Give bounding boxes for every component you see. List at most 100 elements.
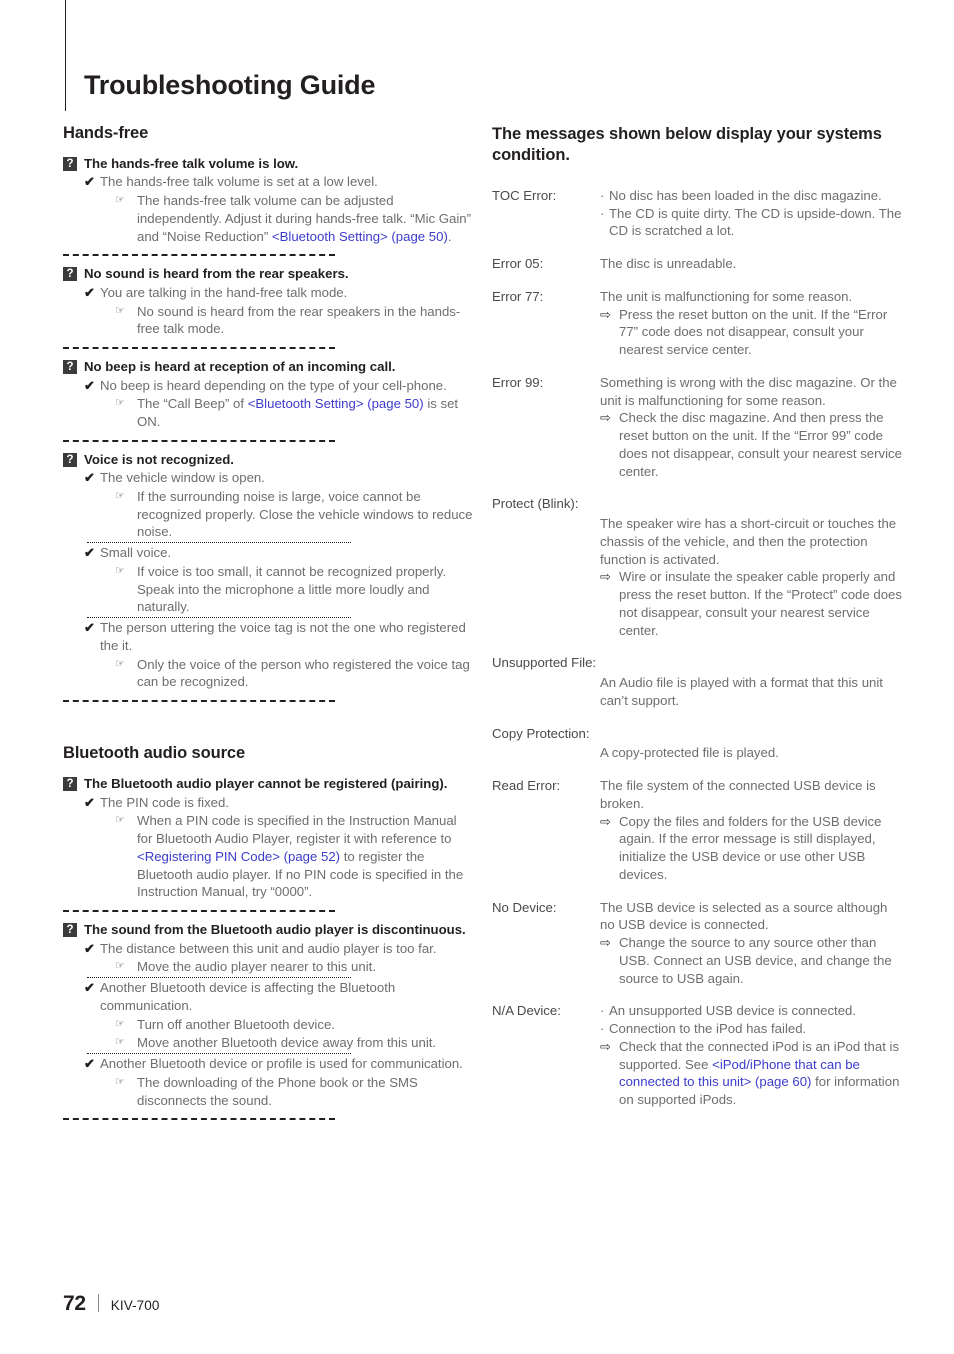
cross-reference-link[interactable]: <Bluetooth Setting> (page 50) xyxy=(248,396,424,411)
problem-separator xyxy=(63,700,335,703)
arrow-remedy-icon: ⇨ xyxy=(600,306,611,322)
problem-text: No sound is heard from the rear speakers… xyxy=(84,266,349,282)
message-remedy-text: Wire or insulate the speaker cable prope… xyxy=(619,569,902,638)
cause-item: ✔ The PIN code is fixed. xyxy=(84,794,473,812)
check-mark-icon: ✔ xyxy=(84,620,95,636)
remedy-item: ☞ No sound is heard from the rear speaker… xyxy=(115,303,473,339)
message-remedy-line: ⇨ Check that the connected iPod is an iPo… xyxy=(600,1038,902,1109)
message-remedy-line: ⇨ Press the reset button on the unit. If … xyxy=(600,306,902,359)
cause-item: ✔ Small voice. xyxy=(84,544,473,562)
message-bullet-line: · An unsupported USB device is connected. xyxy=(600,1002,902,1020)
problem-block: ? No sound is heard from the rear speaker… xyxy=(63,265,473,338)
message-code-label: Unsupported File: xyxy=(492,655,597,671)
pointing-hand-icon: ☞ xyxy=(115,1017,125,1030)
problem-block: ? The sound from the Bluetooth audio play… xyxy=(63,921,473,1109)
pointing-hand-icon: ☞ xyxy=(115,397,125,410)
remedy-text: No sound is heard from the rear speakers… xyxy=(137,303,473,339)
bullet-icon: · xyxy=(600,187,605,203)
message-plain-line: The disc is unreadable. xyxy=(600,256,737,272)
message-code-label: Protect (Blink): xyxy=(492,496,579,512)
question-badge-icon: ? xyxy=(63,360,77,375)
left-column: Hands-free? The hands-free talk volume is… xyxy=(63,124,473,1129)
question-badge-icon: ? xyxy=(63,923,77,938)
pointing-hand-icon: ☞ xyxy=(115,1075,125,1088)
remedy-item: ☞ The hands-free talk volume can be adjus… xyxy=(115,192,473,245)
pointing-hand-icon: ☞ xyxy=(115,814,125,827)
title-accent-rule xyxy=(65,0,66,111)
remedy-text: The “Call Beep” of <Bluetooth Setting> (… xyxy=(137,395,473,431)
cause-item: ✔ The hands-free talk volume is set at a … xyxy=(84,173,473,191)
check-mark-icon: ✔ xyxy=(84,545,95,561)
message-remedy-text: Press the reset button on the unit. If t… xyxy=(619,306,888,358)
check-mark-icon: ✔ xyxy=(84,377,95,393)
message-row: No Device: The USB device is selected as … xyxy=(492,899,902,988)
cause-separator xyxy=(87,542,351,544)
cause-item: ✔ Another Bluetooth device is affecting t… xyxy=(84,979,473,1015)
remedy-item: ☞ Turn off another Bluetooth device. xyxy=(115,1016,473,1034)
check-mark-icon: ✔ xyxy=(84,174,95,190)
message-code-label: Error 77: xyxy=(492,288,544,304)
message-remedy-line: ⇨ Change the source to any source other t… xyxy=(600,934,902,987)
problem-text: No beep is heard at reception of an inco… xyxy=(84,359,396,375)
message-description: The unit is malfunctioning for some reas… xyxy=(600,288,902,359)
problem-text: The sound from the Bluetooth audio playe… xyxy=(84,922,466,938)
remedy-text: When a PIN code is specified in the Inst… xyxy=(137,812,473,901)
text-run: If voice is too small, it cannot be reco… xyxy=(137,563,447,615)
problem-heading: ? The hands-free talk volume is low. xyxy=(63,155,473,172)
manual-page: Troubleshooting Guide Hands-free? The han… xyxy=(0,0,954,1354)
cause-item: ✔ You are talking in the hand-free talk m… xyxy=(84,284,473,302)
cause-text: You are talking in the hand-free talk mo… xyxy=(100,284,348,300)
section-heading: Bluetooth audio source xyxy=(63,744,246,763)
problem-separator xyxy=(63,254,335,257)
problem-heading: ? The sound from the Bluetooth audio play… xyxy=(63,921,473,938)
message-plain-line: The speaker wire has a short-circuit or … xyxy=(600,516,897,567)
remedy-item: ☞ Move the audio player nearer to this un… xyxy=(115,958,473,976)
question-badge-icon: ? xyxy=(63,452,77,467)
message-description: An Audio file is played with a format th… xyxy=(600,674,902,710)
message-description: Something is wrong with the disc magazin… xyxy=(600,374,902,481)
remedy-text: Move the audio player nearer to this uni… xyxy=(137,958,473,976)
remedy-text: If the surrounding noise is large, voice… xyxy=(137,488,473,541)
pointing-hand-icon: ☞ xyxy=(115,657,125,670)
cause-text: The hands-free talk volume is set at a l… xyxy=(100,174,378,190)
footer-page-number: 72 xyxy=(63,1292,86,1315)
question-badge-icon: ? xyxy=(63,777,77,792)
problem-heading: ? No beep is heard at reception of an inc… xyxy=(63,358,473,375)
footer-divider xyxy=(97,1294,99,1312)
cross-reference-link[interactable]: <Registering PIN Code> (page 52) xyxy=(137,849,340,864)
message-row: Error 99: Something is wrong with the dis… xyxy=(492,374,902,481)
message-bullet-text: Connection to the iPod has failed. xyxy=(609,1021,807,1037)
remedy-text: If voice is too small, it cannot be reco… xyxy=(137,563,473,616)
message-plain-line: Something is wrong with the disc magazin… xyxy=(600,374,897,408)
problem-separator xyxy=(63,1118,335,1121)
right-column: The messages shown below display your sy… xyxy=(492,124,902,1124)
message-remedy-line: ⇨ Wire or insulate the speaker cable prop… xyxy=(600,568,902,639)
message-row: N/A Device: · An unsupported USB device is… xyxy=(492,1002,902,1109)
problem-block: ? The Bluetooth audio player cannot be re… xyxy=(63,775,473,901)
problem-separator xyxy=(63,910,335,913)
cause-text: Another Bluetooth device is affecting th… xyxy=(100,980,396,1013)
cause-text: Another Bluetooth device or profile is u… xyxy=(100,1056,463,1072)
remedy-item: ☞ When a PIN code is specified in the Ins… xyxy=(115,812,473,901)
text-run: Move another Bluetooth device away from … xyxy=(137,1035,437,1051)
check-mark-icon: ✔ xyxy=(84,284,95,300)
messages-heading: The messages shown below display your sy… xyxy=(492,125,882,165)
cause-item: ✔ No beep is heard depending on the type … xyxy=(84,377,473,395)
cause-text: No beep is heard depending on the type o… xyxy=(100,377,447,393)
text-run: . xyxy=(447,228,452,244)
message-bullet-line: · Connection to the iPod has failed. xyxy=(600,1020,902,1038)
problem-heading: ? Voice is not recognized. xyxy=(63,451,473,468)
bullet-icon: · xyxy=(600,1003,605,1019)
remedy-text: Only the voice of the person who registe… xyxy=(137,656,473,692)
cross-reference-link[interactable]: <Bluetooth Setting> (page 50) xyxy=(272,229,448,244)
problem-heading: ? No sound is heard from the rear speaker… xyxy=(63,265,473,282)
message-code-label: No Device: xyxy=(492,899,557,915)
arrow-remedy-icon: ⇨ xyxy=(600,935,611,951)
remedy-item: ☞ The downloading of the Phone book or th… xyxy=(115,1074,473,1110)
text-run: If the surrounding noise is large, voice… xyxy=(137,488,473,540)
cause-separator xyxy=(87,617,351,619)
text-run: No sound is heard from the rear speakers… xyxy=(137,303,461,337)
message-remedy-text: Copy the files and folders for the USB d… xyxy=(619,813,882,882)
message-description: The disc is unreadable. xyxy=(600,255,902,273)
remedy-item: ☞ The “Call Beep” of <Bluetooth Setting> … xyxy=(115,395,473,431)
